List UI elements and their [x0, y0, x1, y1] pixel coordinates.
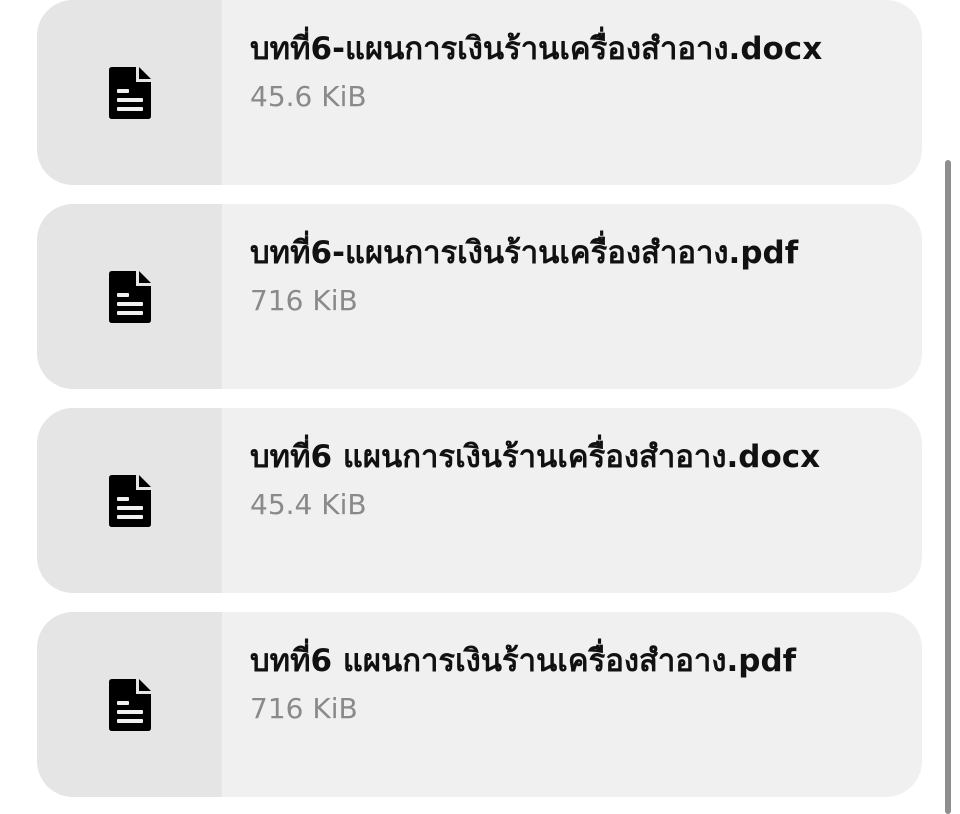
- file-icon-panel: [37, 612, 222, 797]
- file-item[interactable]: บทที่6 แผนการเงินร้านเครื่องสำอาง.pdf 71…: [37, 612, 922, 797]
- file-name: บทที่6-แผนการเงินร้านเครื่องสำอาง.pdf: [250, 234, 799, 271]
- file-size: 716 KiB: [250, 691, 358, 725]
- file-name: บทที่6 แผนการเงินร้านเครื่องสำอาง.docx: [250, 438, 821, 475]
- file-size: 716 KiB: [250, 283, 358, 317]
- file-info: บทที่6-แผนการเงินร้านเครื่องสำอาง.pdf 71…: [222, 204, 798, 368]
- file-icon-panel: [37, 0, 222, 185]
- file-name: บทที่6 แผนการเงินร้านเครื่องสำอาง.pdf: [250, 642, 797, 679]
- file-info: บทที่6 แผนการเงินร้านเครื่องสำอาง.docx 4…: [222, 408, 820, 572]
- file-item[interactable]: บทที่6 แผนการเงินร้านเครื่องสำอาง.docx 4…: [37, 408, 922, 593]
- file-list: บทที่6-แผนการเงินร้านเครื่องสำอาง.docx 4…: [37, 0, 922, 797]
- file-item[interactable]: บทที่6-แผนการเงินร้านเครื่องสำอาง.docx 4…: [37, 0, 922, 185]
- file-info: บทที่6-แผนการเงินร้านเครื่องสำอาง.docx 4…: [222, 0, 822, 164]
- file-size: 45.4 KiB: [250, 487, 367, 521]
- file-info: บทที่6 แผนการเงินร้านเครื่องสำอาง.pdf 71…: [222, 612, 796, 776]
- file-item[interactable]: บทที่6-แผนการเงินร้านเครื่องสำอาง.pdf 71…: [37, 204, 922, 389]
- file-icon-panel: [37, 408, 222, 593]
- document-icon: [108, 66, 151, 119]
- file-name: บทที่6-แผนการเงินร้านเครื่องสำอาง.docx: [250, 30, 823, 67]
- document-icon: [108, 678, 151, 731]
- document-icon: [108, 474, 151, 527]
- scrollbar[interactable]: [945, 160, 951, 814]
- file-icon-panel: [37, 204, 222, 389]
- document-icon: [108, 270, 151, 323]
- file-size: 45.6 KiB: [250, 79, 367, 113]
